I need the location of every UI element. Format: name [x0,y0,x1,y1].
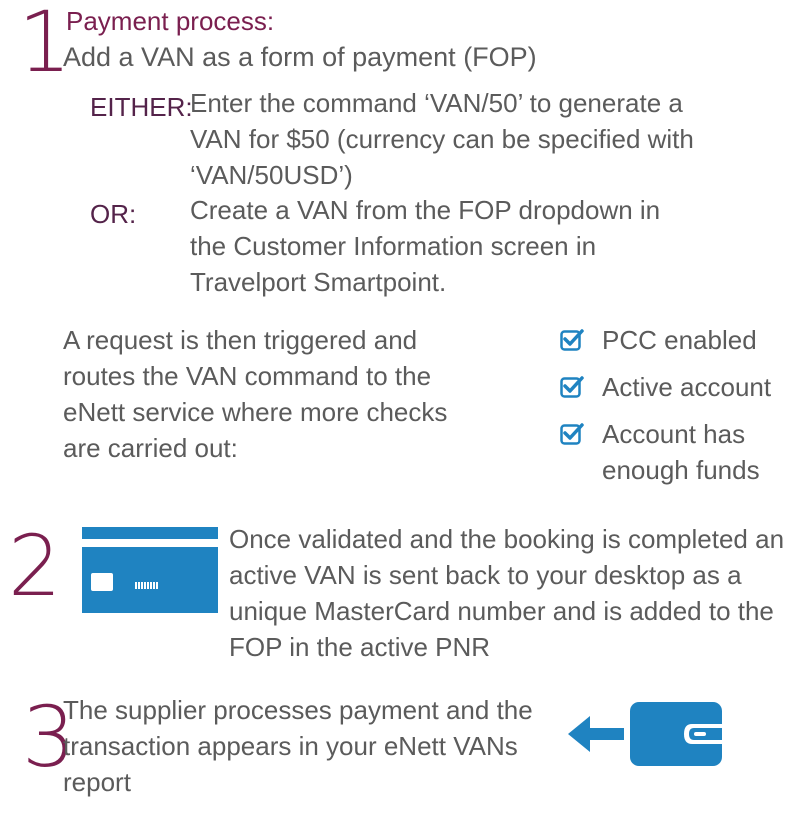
checklist: PCC enabled Active account Account has e… [560,322,771,488]
either-text: Enter the command ‘VAN/50’ to generate a… [190,88,694,190]
or-label: OR: [90,199,137,229]
check-item-label: PCC enabled [602,325,757,355]
either-label: EITHER: [90,92,193,122]
arrow-left-icon [568,716,624,752]
checkbox-checked-icon [560,423,584,445]
checkbox-checked-icon [560,376,584,398]
credit-card-icon [82,527,218,613]
check-item-label: Account has enough funds [602,419,760,485]
check-item-active: Active account [560,369,771,405]
check-item-funds: Account has enough funds [560,416,771,488]
or-text: Create a VAN from the FOP dropdown in th… [190,195,661,297]
request-text: A request is then triggered and routes t… [63,325,448,463]
step-2-text: Once validated and the booking is comple… [229,524,785,662]
wallet-icon [630,702,722,766]
checkbox-checked-icon [560,329,584,351]
step-1-title: Payment process: [66,6,275,36]
check-item-label: Active account [602,372,772,402]
step-3-text: The supplier processes payment and the t… [63,695,533,797]
check-item-pcc: PCC enabled [560,322,771,358]
step-2-number: 2 [8,517,62,615]
step-1-subtitle: Add a VAN as a form of payment (FOP) [63,42,537,72]
